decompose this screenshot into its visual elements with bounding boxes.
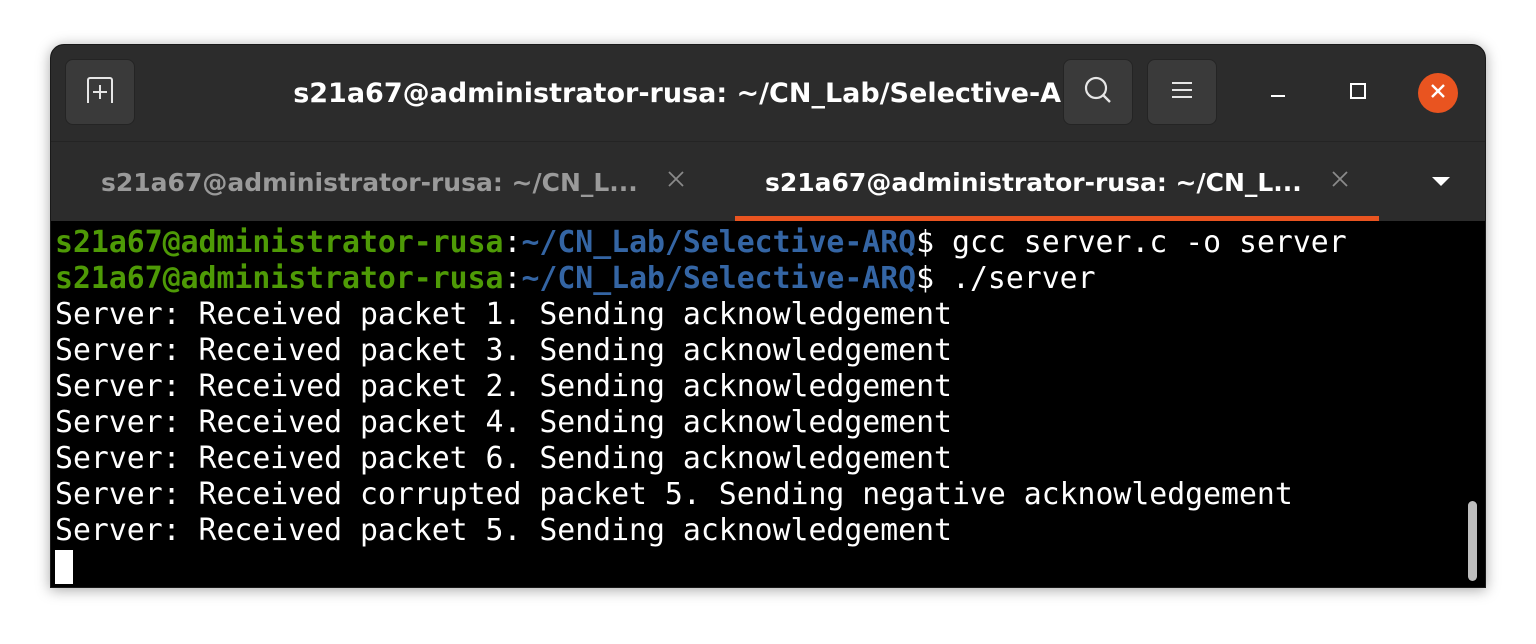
cursor-line <box>55 549 1485 585</box>
hamburger-menu-icon <box>1167 75 1197 109</box>
tab-label: s21a67@administrator-rusa: ~/CN_L... <box>101 167 638 197</box>
tab-close-icon[interactable] <box>1325 164 1355 194</box>
tabs-dropdown-button[interactable] <box>1423 164 1459 200</box>
output-line: Server: Received corrupted packet 5. Sen… <box>55 477 1293 512</box>
tab-label: s21a67@administrator-rusa: ~/CN_L... <box>765 167 1302 197</box>
prompt-user: s21a67@administrator-rusa <box>55 225 504 260</box>
tab-bar: s21a67@administrator-rusa: ~/CN_L... s21… <box>51 141 1485 222</box>
output-line: Server: Received packet 4. Sending ackno… <box>55 405 952 440</box>
tab-1[interactable]: s21a67@administrator-rusa: ~/CN_L... <box>51 142 735 222</box>
command-line: s21a67@administrator-rusa:~/CN_Lab/Selec… <box>55 261 1485 297</box>
prompt-dollar: $ <box>916 261 935 296</box>
output-line: Server: Received packet 3. Sending ackno… <box>55 333 952 368</box>
close-button[interactable] <box>1418 73 1458 113</box>
prompt-dollar: $ <box>916 225 935 260</box>
text-cursor <box>55 550 73 584</box>
chevron-down-icon <box>1430 173 1452 192</box>
close-icon <box>1428 81 1448 105</box>
terminal-window: s21a67@administrator-rusa: ~/CN_Lab/Sele… <box>50 44 1486 588</box>
minimize-button[interactable] <box>1258 73 1298 113</box>
tab-close-icon[interactable] <box>661 164 691 194</box>
prompt-path: ~/CN_Lab/Selective-ARQ <box>521 261 917 296</box>
search-icon <box>1081 73 1115 111</box>
command-line: s21a67@administrator-rusa:~/CN_Lab/Selec… <box>55 225 1485 261</box>
minimize-icon <box>1268 81 1288 105</box>
scrollbar[interactable] <box>1468 501 1477 581</box>
menu-button[interactable] <box>1147 59 1217 125</box>
output-line: Server: Received packet 5. Sending ackno… <box>55 513 952 548</box>
prompt-separator: : <box>503 261 522 296</box>
prompt-separator: : <box>503 225 522 260</box>
header-bar: s21a67@administrator-rusa: ~/CN_Lab/Sele… <box>51 45 1485 141</box>
prompt-path: ~/CN_Lab/Selective-ARQ <box>521 225 917 260</box>
command-text: gcc server.c -o server <box>934 225 1347 260</box>
output-line: Server: Received packet 1. Sending ackno… <box>55 297 952 332</box>
output-line: Server: Received packet 6. Sending ackno… <box>55 441 952 476</box>
prompt-user: s21a67@administrator-rusa <box>55 261 504 296</box>
terminal-output[interactable]: s21a67@administrator-rusa:~/CN_Lab/Selec… <box>51 221 1485 587</box>
command-text: ./server <box>934 261 1096 296</box>
window-title-text: s21a67@administrator-rusa: ~/CN_Lab/Sele… <box>293 77 1105 109</box>
output-line: Server: Received packet 2. Sending ackno… <box>55 369 952 404</box>
maximize-button[interactable] <box>1338 73 1378 113</box>
tab-2[interactable]: s21a67@administrator-rusa: ~/CN_L... <box>735 142 1379 222</box>
maximize-icon <box>1348 81 1368 105</box>
search-button[interactable] <box>1063 59 1133 125</box>
